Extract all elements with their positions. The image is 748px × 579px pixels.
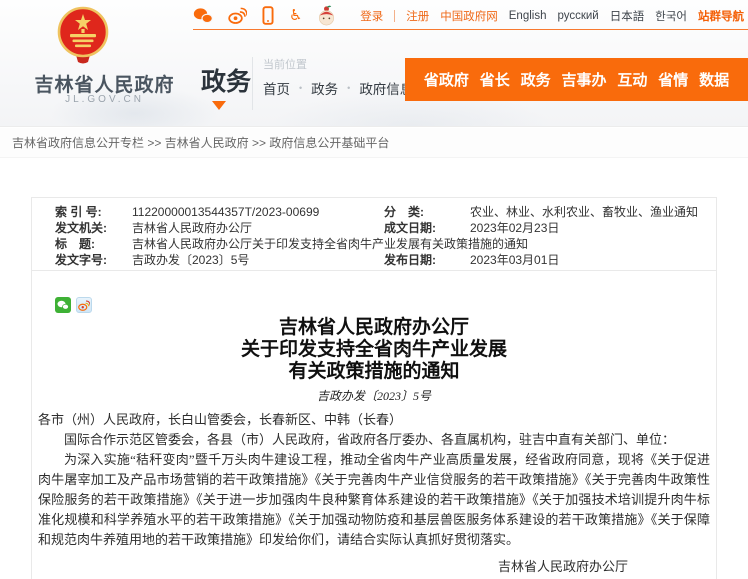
site-group-nav-link[interactable]: 站群导航 [698,8,744,24]
breadcrumb-separator: • [347,83,350,93]
section-title: 政务 [201,62,251,98]
wechat-icon[interactable] [193,7,213,24]
addressee-line-2: 国际合作示范区管委会，各县（市）人民政府，省政府各厅委办、各直属机构，驻吉中直有… [38,430,710,450]
sub-breadcrumb-bar: 吉林省政府信息公开专栏 >> 吉林省人民政府 >> 政府信息公开基础平台 [0,128,748,158]
nav-item-data[interactable]: 数据 [699,69,729,90]
meta-value-title: 吉林省人民政府办公厅关于印发支持全省肉牛产业发展有关政策措施的通知 [132,236,716,252]
meta-value-issuer: 吉林省人民政府办公厅 [132,220,382,236]
signature-org: 吉林省人民政府办公厅 [32,558,716,576]
body-paragraph: 为深入实施“秸秆变肉”暨千万头肉牛建设工程，推动全省肉牛产业高质量发展，经省政府… [38,450,710,550]
document-meta-table: 索 引 号: 11220000013544357T/2023-00699 分 类… [32,198,716,271]
login-link[interactable]: 登录 [360,8,383,24]
document-title: 吉林省人民政府办公厅 关于印发支持全省肉牛产业发展 有关政策措施的通知 [32,317,716,383]
social-icon-row: ♿ [193,5,336,25]
meta-label-category: 分 类: [382,204,470,220]
mascot-icon[interactable] [317,5,336,26]
document-body: 各市（州）人民政府，长白山管委会，长春新区、中韩（长春） 国际合作示范区管委会，… [32,410,716,550]
header-divider-line [193,29,748,30]
breadcrumb-separator: • [299,83,302,93]
main-nav: 省政府 省长 政务 吉事办 互动 省情 数据 [405,58,748,101]
share-row [55,297,716,313]
meta-label-publish-date: 发布日期: [382,252,470,268]
weibo-icon[interactable] [228,7,247,24]
nav-item-province-profile[interactable]: 省情 [658,69,688,90]
meta-value-category: 农业、林业、水利农业、畜牧业、渔业通知 [470,204,716,220]
meta-label-issuer: 发文机关: [32,220,132,236]
meta-label-index: 索 引 号: [32,204,132,220]
share-wechat-icon[interactable] [55,297,71,313]
national-emblem-logo [56,5,110,65]
site-name: 吉林省人民政府 [22,70,187,97]
accessibility-icon[interactable]: ♿ [289,8,302,23]
nav-item-provincial-gov[interactable]: 省政府 [424,69,469,90]
meta-value-index: 11220000013544357T/2023-00699 [132,204,382,220]
breadcrumb-home[interactable]: 首页 [263,78,290,98]
meta-value-written-date: 2023年02月23日 [470,220,716,236]
site-domain: JL.GOV.CN [22,94,187,105]
current-location-label: 当前位置 [263,56,307,72]
addressee-line-1: 各市（州）人民政府，长白山管委会，长春新区、中韩（长春） [38,410,710,430]
document-number: 吉政办发〔2023〕5号 [32,387,716,402]
link-china-gov[interactable]: 中国政府网 [440,8,498,24]
nav-item-zhengwu[interactable]: 政务 [521,69,551,90]
link-japanese[interactable]: 日本語 [610,8,645,24]
document-title-line-1: 吉林省人民政府办公厅 [32,317,716,339]
signature-block: 吉林省人民政府办公厅 2023年2月23日 [32,558,716,579]
utility-links: 登录 注册 中国政府网 English русский 日本語 한국어 站群导航 [360,8,744,24]
section-dropdown-arrow-icon[interactable] [212,101,226,110]
document-title-line-3: 有关政策措施的通知 [32,361,716,383]
meta-value-publish-date: 2023年03月01日 [470,252,716,268]
site-header: ♿ 登录 注册 中国政府网 English русский 日本語 한국어 站群… [0,0,748,127]
meta-label-written-date: 成文日期: [382,220,470,236]
link-korean[interactable]: 한국어 [655,8,687,24]
document-title-line-2: 关于印发支持全省肉牛产业发展 [32,339,716,361]
vertical-divider [252,57,253,110]
breadcrumb-zhengwu[interactable]: 政务 [311,78,338,98]
meta-value-doc-number: 吉政办发〔2023〕5号 [132,252,382,268]
nav-item-interaction[interactable]: 互动 [617,69,647,90]
share-weibo-icon[interactable] [76,297,92,313]
meta-label-title: 标 题: [32,236,132,252]
mobile-icon[interactable] [262,6,274,25]
nav-item-governor[interactable]: 省长 [480,69,510,90]
meta-label-doc-number: 发文字号: [32,252,132,268]
register-link[interactable]: 注册 [406,8,429,24]
nav-item-jishiban[interactable]: 吉事办 [561,69,606,90]
login-register-divider [394,10,395,22]
page: ♿ 登录 注册 中国政府网 English русский 日本語 한국어 站群… [0,0,748,579]
link-english[interactable]: English [509,10,547,22]
document-container: 索 引 号: 11220000013544357T/2023-00699 分 类… [31,197,717,579]
link-russian[interactable]: русский [557,10,598,22]
sub-breadcrumb-text: 吉林省政府信息公开专栏 >> 吉林省人民政府 >> 政府信息公开基础平台 [12,136,389,150]
